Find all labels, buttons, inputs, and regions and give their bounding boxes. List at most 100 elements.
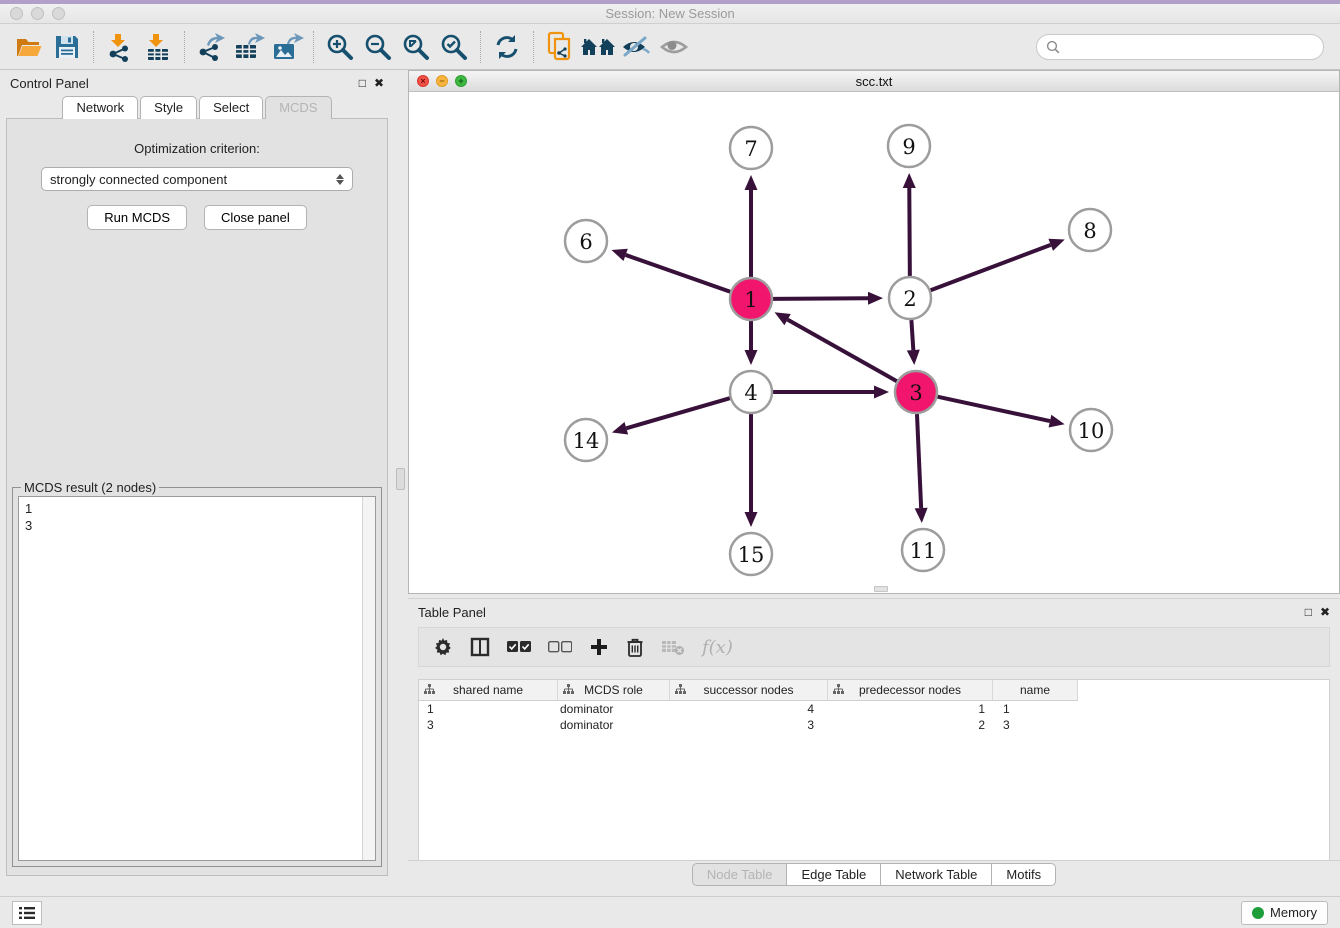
select-stepper-icon: [336, 174, 344, 185]
save-session-button[interactable]: [48, 28, 86, 66]
column-header-shared-name[interactable]: shared name: [419, 680, 558, 701]
tab-network-table[interactable]: Network Table: [881, 863, 992, 886]
select-all-checkboxes-icon[interactable]: [507, 640, 531, 654]
splitter-grip[interactable]: [396, 468, 405, 490]
search-input[interactable]: [1066, 39, 1314, 54]
table-cell[interactable]: 1: [993, 701, 1078, 717]
first-neighbors-button[interactable]: [579, 28, 617, 66]
add-column-icon[interactable]: [589, 637, 609, 657]
table-cell[interactable]: 1: [828, 701, 993, 717]
network-graph[interactable]: 7968124314101511: [409, 92, 1339, 592]
table-cell[interactable]: 3: [670, 717, 828, 733]
network-resize-grip[interactable]: [874, 586, 888, 592]
zoom-fit-button[interactable]: [397, 28, 435, 66]
deselect-all-checkboxes-icon[interactable]: [548, 640, 572, 654]
task-history-button[interactable]: [12, 901, 42, 925]
float-panel-icon[interactable]: □: [359, 77, 366, 89]
tab-network[interactable]: Network: [62, 96, 138, 119]
close-panel-icon[interactable]: ✖: [374, 77, 384, 89]
graph-edge-2-3[interactable]: [911, 320, 913, 350]
network-window-titlebar[interactable]: × − + scc.txt: [409, 71, 1339, 92]
network-maximize-button[interactable]: +: [455, 75, 467, 87]
run-mcds-button[interactable]: Run MCDS: [87, 205, 187, 230]
export-image-button[interactable]: [268, 28, 306, 66]
export-table-icon: [232, 32, 266, 62]
table-cell[interactable]: 4: [670, 701, 828, 717]
graph-node-label: 6: [579, 230, 592, 254]
table-row[interactable]: 1dominator411: [419, 701, 1329, 717]
graph-edge-3-1[interactable]: [788, 320, 897, 382]
maximize-window-button[interactable]: [52, 7, 65, 20]
search-field[interactable]: [1036, 34, 1324, 60]
tab-select[interactable]: Select: [199, 96, 263, 119]
import-table-button[interactable]: [139, 28, 177, 66]
minimize-window-button[interactable]: [31, 7, 44, 20]
close-window-button[interactable]: [10, 7, 23, 20]
memory-button[interactable]: Memory: [1241, 901, 1328, 925]
column-header-successor-nodes[interactable]: successor nodes: [670, 680, 828, 701]
import-network-button[interactable]: [101, 28, 139, 66]
table-cell[interactable]: dominator: [558, 717, 670, 733]
graph-node-label: 4: [744, 381, 757, 405]
result-scrollbar[interactable]: [362, 497, 375, 860]
graph-edge-3-11[interactable]: [917, 414, 921, 508]
hierarchy-icon: [675, 683, 686, 697]
delete-column-icon[interactable]: [626, 637, 644, 657]
zoom-in-button[interactable]: [321, 28, 359, 66]
column-panel-icon[interactable]: [470, 637, 490, 657]
column-header-mcds-role[interactable]: MCDS role: [558, 680, 670, 701]
refresh-button[interactable]: [488, 28, 526, 66]
tab-node-table[interactable]: Node Table: [692, 863, 788, 886]
optimization-criterion-select[interactable]: strongly connected component: [41, 167, 353, 191]
mcds-result-title: MCDS result (2 nodes): [21, 480, 159, 495]
export-table-button[interactable]: [230, 28, 268, 66]
toolbar-separator: [93, 31, 94, 63]
zoom-fit-icon: [401, 32, 431, 62]
tab-style[interactable]: Style: [140, 96, 197, 119]
mcds-result-item[interactable]: 3: [25, 517, 375, 534]
zoom-out-button[interactable]: [359, 28, 397, 66]
tab-mcds[interactable]: MCDS: [265, 96, 331, 119]
table-cell[interactable]: 1: [419, 701, 558, 717]
panel-splitter[interactable]: [394, 70, 408, 896]
export-network-button[interactable]: [192, 28, 230, 66]
table-cell[interactable]: 3: [419, 717, 558, 733]
graph-node-label: 15: [738, 543, 765, 567]
export-image-icon: [270, 32, 304, 62]
network-canvas[interactable]: 7968124314101511: [409, 92, 1339, 593]
graph-edge-3-10[interactable]: [937, 397, 1049, 421]
new-network-from-selection-button[interactable]: [541, 28, 579, 66]
edge-arrowhead: [745, 512, 758, 527]
zoom-selected-button[interactable]: [435, 28, 473, 66]
graph-edge-1-2[interactable]: [773, 298, 868, 299]
table-settings-gear-icon[interactable]: [433, 637, 453, 657]
hierarchy-icon: [424, 683, 435, 697]
column-header-predecessor-nodes[interactable]: predecessor nodes: [828, 680, 993, 701]
tab-motifs[interactable]: Motifs: [992, 863, 1056, 886]
table-cell[interactable]: 3: [993, 717, 1078, 733]
hide-selected-button[interactable]: [617, 28, 655, 66]
toolbar-separator: [533, 31, 534, 63]
graph-edge-2-9[interactable]: [909, 188, 910, 276]
zoom-selected-icon: [439, 32, 469, 62]
close-table-panel-icon[interactable]: ✖: [1320, 606, 1330, 618]
column-header-name[interactable]: name: [993, 680, 1078, 701]
table-row[interactable]: 3dominator323: [419, 717, 1329, 733]
graph-edge-1-6[interactable]: [626, 255, 731, 292]
network-minimize-button[interactable]: −: [436, 75, 448, 87]
graph-edge-2-8[interactable]: [931, 245, 1051, 290]
table-cell[interactable]: dominator: [558, 701, 670, 717]
close-panel-button[interactable]: Close panel: [204, 205, 307, 230]
table-cell[interactable]: 2: [828, 717, 993, 733]
mcds-result-item[interactable]: 1: [25, 500, 375, 517]
open-session-button[interactable]: [10, 28, 48, 66]
mcds-result-list[interactable]: 13: [18, 496, 376, 861]
graph-edge-4-14[interactable]: [626, 398, 730, 428]
tab-edge-table[interactable]: Edge Table: [787, 863, 881, 886]
float-table-panel-icon[interactable]: □: [1305, 606, 1312, 618]
edge-arrowhead: [1048, 239, 1064, 251]
network-close-button[interactable]: ×: [417, 75, 429, 87]
control-panel-title: Control Panel: [10, 76, 89, 91]
show-all-button[interactable]: [655, 28, 693, 66]
control-panel: Control Panel □ ✖ Network Style Select M…: [0, 70, 394, 882]
